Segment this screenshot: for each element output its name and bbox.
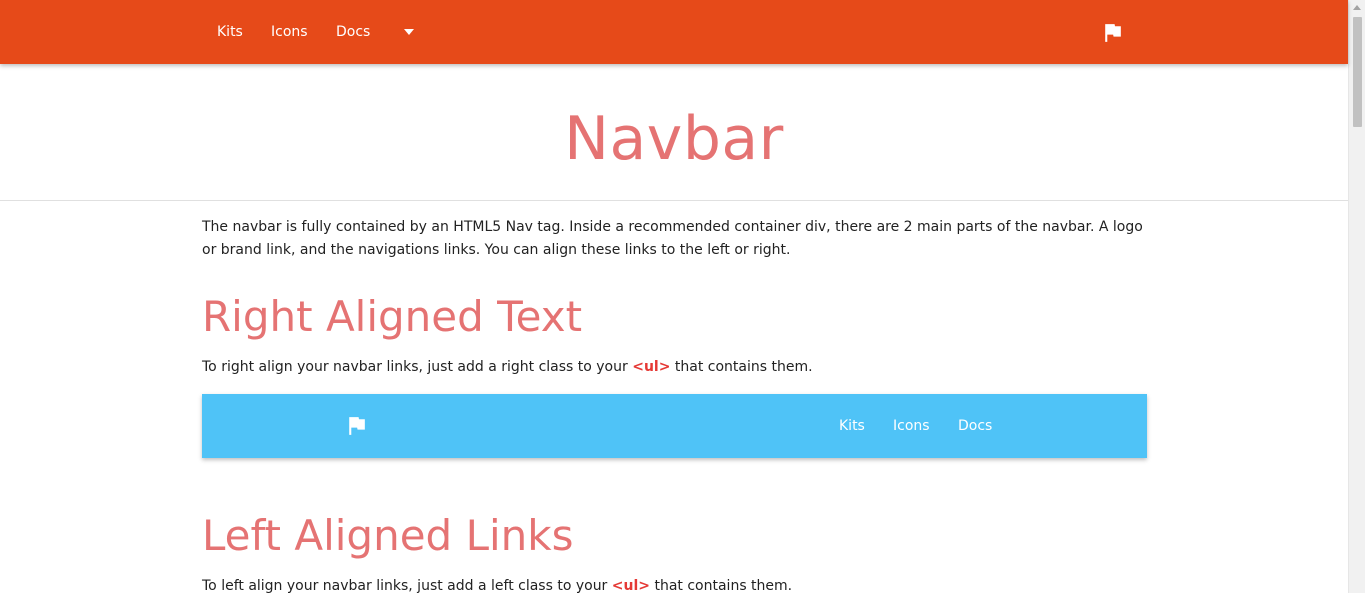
demo-navbar-right-aligned: Kits Icons Docs — [202, 394, 1147, 458]
top-navbar: Kits Icons Docs — [0, 0, 1348, 64]
code-ul-tag: <ul> — [632, 359, 671, 375]
page-title: Navbar — [564, 104, 784, 174]
demo-nav-link-kits[interactable]: Kits — [839, 394, 865, 458]
right-text-after: that contains them. — [670, 359, 813, 375]
nav-link-docs[interactable]: Docs — [336, 0, 370, 64]
demo-nav-link-icons[interactable]: Icons — [893, 394, 930, 458]
left-aligned-heading: Left Aligned Links — [202, 511, 574, 560]
scroll-up-arrow-icon[interactable] — [1353, 5, 1361, 10]
right-aligned-heading: Right Aligned Text — [202, 292, 583, 341]
nav-link-kits[interactable]: Kits — [217, 0, 243, 64]
nav-link-icons[interactable]: Icons — [271, 0, 308, 64]
flag-icon[interactable] — [1100, 20, 1125, 45]
demo-nav-link-docs[interactable]: Docs — [958, 394, 992, 458]
left-aligned-description: To left align your navbar links, just ad… — [202, 575, 1148, 598]
scroll-thumb[interactable] — [1353, 17, 1362, 127]
intro-paragraph: The navbar is fully contained by an HTML… — [202, 219, 1143, 258]
right-aligned-description: To right align your navbar links, just a… — [202, 356, 1148, 379]
code-ul-tag: <ul> — [611, 578, 651, 594]
caret-down-icon[interactable] — [404, 29, 414, 35]
right-text-before: To right align your navbar links, just a… — [202, 359, 633, 375]
flag-icon[interactable] — [344, 413, 369, 438]
left-text-before: To left align your navbar links, just ad… — [202, 578, 612, 594]
left-text-after: that contains them. — [650, 578, 793, 594]
vertical-scrollbar[interactable] — [1348, 0, 1365, 593]
header-divider — [0, 200, 1348, 201]
